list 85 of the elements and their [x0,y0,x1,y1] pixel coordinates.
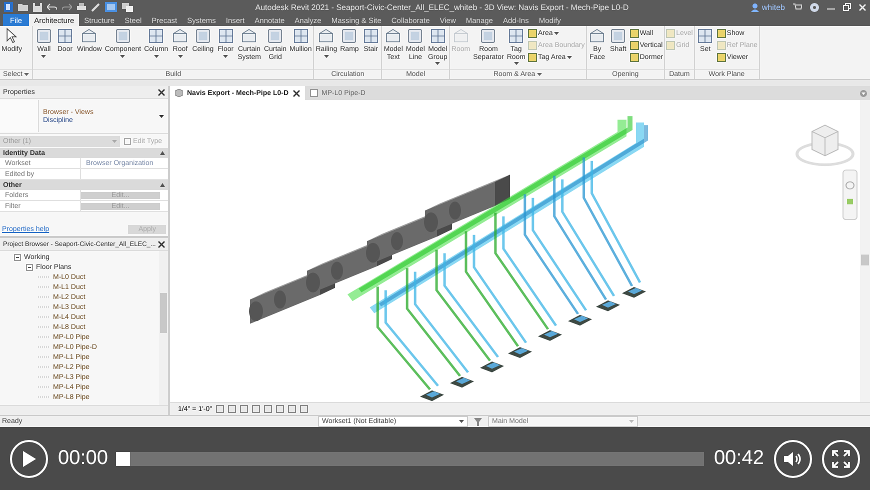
user-name[interactable]: whiteb [762,2,785,12]
square-icon [666,28,676,38]
panel-icon [340,27,358,45]
grid-icon [292,27,310,45]
tree-line [38,346,50,348]
frame-icon [452,27,470,45]
play-icon [22,450,36,466]
tree-line [38,366,50,368]
tree-line [38,336,50,338]
grid-icon [147,27,166,45]
close-icon[interactable] [158,88,165,96]
cube-icon [175,89,183,97]
panel-icon [114,27,132,45]
tree-line [38,286,50,288]
progress-thumb[interactable] [116,452,130,466]
progress-track[interactable] [116,452,704,466]
close-icon[interactable] [292,90,300,96]
close-icon[interactable] [158,240,165,248]
window-title: Autodesk Revit 2021 - Seaport-Civic-Center_All_ELEC_whiteb - 3D View: Navis Export - Mech-Pipe L0-D [254,2,630,12]
collapse-icon [160,183,165,187]
edit-icon [124,138,131,144]
grid-icon [362,27,380,45]
square-icon [716,40,726,50]
caret-icon [629,420,634,423]
square-icon [666,40,676,50]
tree-line [38,396,50,398]
fullscreen-button[interactable] [822,440,860,478]
tab-menu-icon[interactable] [860,90,867,96]
collapse-icon[interactable] [14,254,21,260]
collapse-icon[interactable] [26,264,33,270]
sheet-icon [310,89,318,97]
tree-line [38,376,50,378]
square-icon [716,52,726,62]
tree-line [38,316,50,318]
tree-line [38,386,50,388]
grid-icon [428,27,447,45]
grid-icon [216,27,235,45]
user-icon[interactable] [750,2,759,12]
scroll-thumb[interactable] [160,293,167,333]
duration-time: 00:42 [714,447,764,470]
play-button[interactable] [10,440,48,478]
speaker-icon [784,450,802,466]
cart-icon[interactable] [793,3,802,11]
help-icon[interactable] [810,2,819,12]
pencil-icon[interactable] [91,2,100,12]
grid-icon [507,27,526,45]
caret-icon [112,140,117,142]
square-icon [528,28,538,38]
panel-icon [479,27,498,45]
folder-icon[interactable] [18,3,28,11]
square-icon [630,28,639,38]
caret-icon [459,420,464,423]
tree-line [38,276,50,278]
undo-icon[interactable] [47,3,57,11]
panel-icon [34,27,53,45]
elapsed-time: 00:00 [58,447,108,470]
square-icon [716,28,726,38]
square-icon [630,52,639,62]
panel-icon [266,27,284,45]
tree-line [38,306,50,308]
print-icon[interactable] [77,2,86,12]
caret-icon [159,114,164,118]
window-switch-icon[interactable] [122,2,133,12]
grid-icon [696,27,714,45]
volume-button[interactable] [774,440,812,478]
scroll-bar[interactable] [159,251,168,405]
grid-icon [56,27,74,45]
panel-icon [194,27,212,45]
list-icon[interactable] [105,2,117,12]
square-icon [528,52,538,62]
tree-line [38,326,50,328]
square-icon [528,40,538,50]
app-logo-icon[interactable] [4,2,13,12]
panel-icon [406,27,424,45]
scroll-bar[interactable] [0,405,168,415]
tree-line [38,296,50,298]
panel-icon [609,27,628,45]
collapse-icon [160,151,165,155]
scroll-bar[interactable] [860,100,870,402]
tree-line [38,356,50,358]
save-icon[interactable] [33,2,42,12]
fullscreen-icon [832,450,850,468]
redo-icon[interactable] [62,3,72,11]
restore-icon[interactable] [843,3,851,11]
square-icon [630,40,639,50]
